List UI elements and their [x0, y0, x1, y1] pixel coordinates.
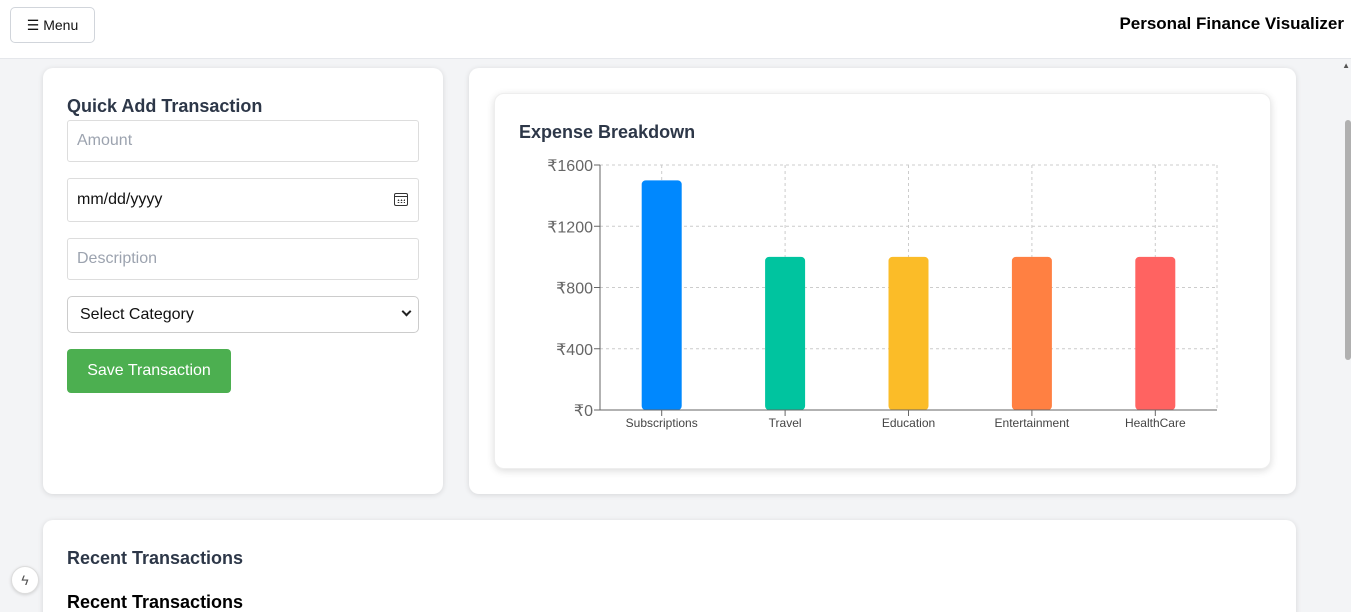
save-transaction-label: Save Transaction [87, 362, 211, 379]
x-tick-label: Travel [769, 416, 802, 430]
menu-button[interactable]: ☰ Menu [10, 7, 95, 43]
chart-card: Expense Breakdown ₹0 ₹400 ₹800 ₹1200 ₹1600 Su… [469, 68, 1296, 494]
quick-add-title: Quick Add Transaction [67, 96, 263, 116]
expense-breakdown-panel: Expense Breakdown ₹0 ₹400 ₹800 ₹1200 ₹1600 Su… [494, 93, 1271, 469]
y-tick-label: ₹0 [574, 403, 593, 420]
calendar-icon[interactable] [394, 193, 408, 206]
bar-healthcare [1135, 256, 1176, 410]
bolt-icon[interactable]: ϟ [11, 566, 39, 594]
top-bar: ☰ Menu Personal Finance Visualizer [0, 0, 1351, 59]
bar-subscriptions [641, 180, 682, 410]
y-tick-label: ₹1600 [547, 158, 593, 175]
category-select[interactable]: Select Category [67, 296, 419, 333]
scrollbar-thumb[interactable] [1345, 120, 1351, 360]
app-title: Personal Finance Visualizer [1119, 14, 1344, 33]
description-placeholder: Description [77, 250, 158, 267]
y-tick-label: ₹400 [556, 342, 593, 359]
quick-add-card: Quick Add Transaction Amount mm/dd/yyyy … [43, 68, 443, 494]
x-tick-label: Education [882, 416, 935, 430]
recent-transactions-card: Recent Transactions Recent Transactions [43, 520, 1296, 612]
bar-travel [765, 256, 806, 410]
category-selected: Select Category [80, 305, 194, 323]
date-value: mm/dd/yyyy [77, 191, 163, 208]
menu-button-label: ☰ Menu [26, 16, 79, 33]
save-transaction-button[interactable]: Save Transaction [67, 349, 231, 393]
amount-input[interactable]: Amount [67, 120, 419, 162]
x-tick-label: Entertainment [995, 416, 1070, 430]
bar-entertainment [1011, 256, 1052, 410]
y-tick-label: ₹1200 [547, 219, 593, 236]
recent-transactions-section-title: Recent Transactions [67, 548, 244, 568]
recent-transactions-list-title: Recent Transactions [67, 592, 244, 612]
chevron-down-icon [401, 306, 412, 317]
expense-bar-chart: ₹0 ₹400 ₹800 ₹1200 ₹1600 Subscriptions Travel E… [547, 158, 1218, 430]
x-tick-label: HealthCare [1125, 416, 1186, 430]
description-input[interactable]: Description [67, 238, 419, 280]
x-tick-label: Subscriptions [626, 416, 698, 430]
bar-education [888, 256, 929, 410]
date-input[interactable]: mm/dd/yyyy [67, 178, 419, 222]
y-tick-label: ₹800 [556, 281, 593, 298]
amount-placeholder: Amount [77, 132, 133, 149]
scroll-up-arrow-icon[interactable]: ▲ [1342, 61, 1350, 70]
